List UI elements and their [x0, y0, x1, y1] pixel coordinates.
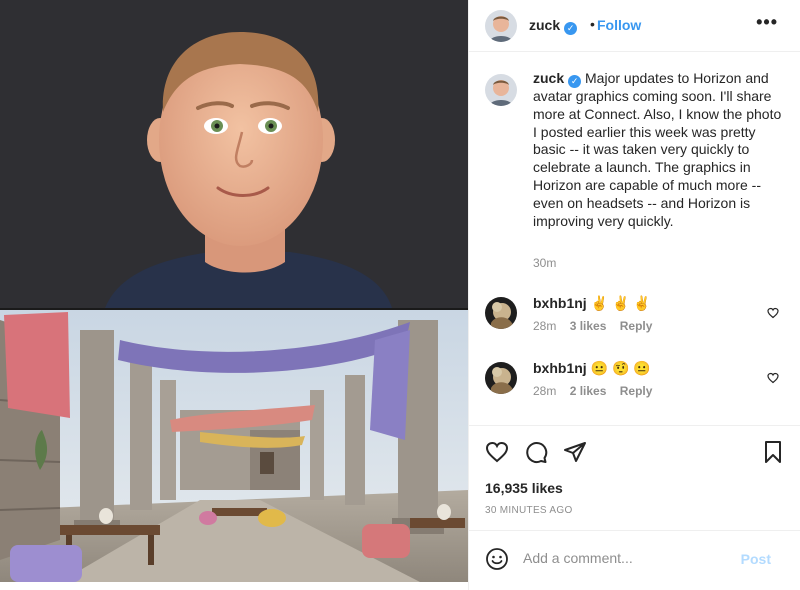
caption-text-block: zuck ✓ Major updates to Horizon and avata… [533, 70, 783, 230]
like-heart-icon[interactable] [485, 440, 509, 464]
comment-item: bxhb1nj ✌ ✌ ✌ 28m 3 likes Reply [485, 295, 785, 345]
commenter-avatar[interactable] [485, 362, 517, 394]
follow-button[interactable]: Follow [597, 17, 641, 33]
like-count[interactable]: 16,935 likes [485, 480, 563, 496]
comment-username[interactable]: bxhb1nj [533, 360, 587, 376]
comment-icon[interactable] [524, 440, 548, 464]
post-date[interactable]: 30 MINUTES AGO [485, 505, 573, 516]
author-avatar[interactable] [485, 10, 517, 42]
comment-text: 😐 🤨 😐 [590, 360, 651, 376]
comment-reply-button[interactable]: Reply [620, 319, 653, 333]
more-options-icon[interactable]: ••• [756, 12, 778, 33]
comment-meta: 28m 2 likes Reply [533, 384, 662, 398]
comment-likes[interactable]: 2 likes [570, 384, 607, 398]
comment-username-line: bxhb1nj 😐 🤨 😐 [533, 360, 651, 377]
comment-like-heart-icon[interactable] [767, 372, 779, 384]
comment-item: bxhb1nj 😐 🤨 😐 28m 2 likes Reply [485, 360, 785, 410]
post-image [0, 0, 468, 582]
caption-username[interactable]: zuck [533, 70, 564, 86]
comment-like-heart-icon[interactable] [767, 307, 779, 319]
author-username-text: zuck [529, 17, 561, 33]
caption-avatar-image [485, 74, 517, 106]
commenter-avatar[interactable] [485, 297, 517, 329]
comment-username[interactable]: bxhb1nj [533, 295, 587, 311]
caption-verified-badge-icon: ✓ [568, 75, 582, 88]
header-separator: • [590, 16, 595, 32]
caption-avatar[interactable] [485, 74, 517, 106]
post-action-bar [469, 425, 800, 475]
comment-username-line: bxhb1nj ✌ ✌ ✌ [533, 295, 651, 312]
caption-timestamp[interactable]: 30m [533, 256, 556, 270]
comment-text: ✌ ✌ ✌ [590, 295, 651, 311]
comment-likes[interactable]: 3 likes [570, 319, 607, 333]
commenter-avatar-image [485, 362, 517, 394]
comment-time[interactable]: 28m [533, 319, 556, 333]
post-header: zuck ✓ • Follow ••• [469, 0, 800, 52]
comment-reply-button[interactable]: Reply [620, 384, 653, 398]
bookmark-icon[interactable] [761, 440, 785, 464]
add-comment-input[interactable] [523, 547, 723, 569]
verified-badge-icon: ✓ [564, 22, 578, 35]
caption-body: Major updates to Horizon and avatar grap… [533, 70, 782, 229]
comment-meta: 28m 3 likes Reply [533, 319, 662, 333]
commenter-avatar-image [485, 297, 517, 329]
post-details-panel: zuck ✓ • Follow ••• zuck ✓ Major updates t… [468, 0, 800, 590]
author-username[interactable]: zuck ✓ [529, 17, 578, 35]
comment-time[interactable]: 28m [533, 384, 556, 398]
smiley-icon[interactable] [485, 547, 509, 571]
add-comment-bar: Post [469, 530, 800, 586]
author-avatar-image [485, 10, 517, 42]
post-media[interactable] [0, 0, 468, 590]
share-icon[interactable] [563, 440, 587, 464]
post-comment-button[interactable]: Post [741, 551, 771, 567]
